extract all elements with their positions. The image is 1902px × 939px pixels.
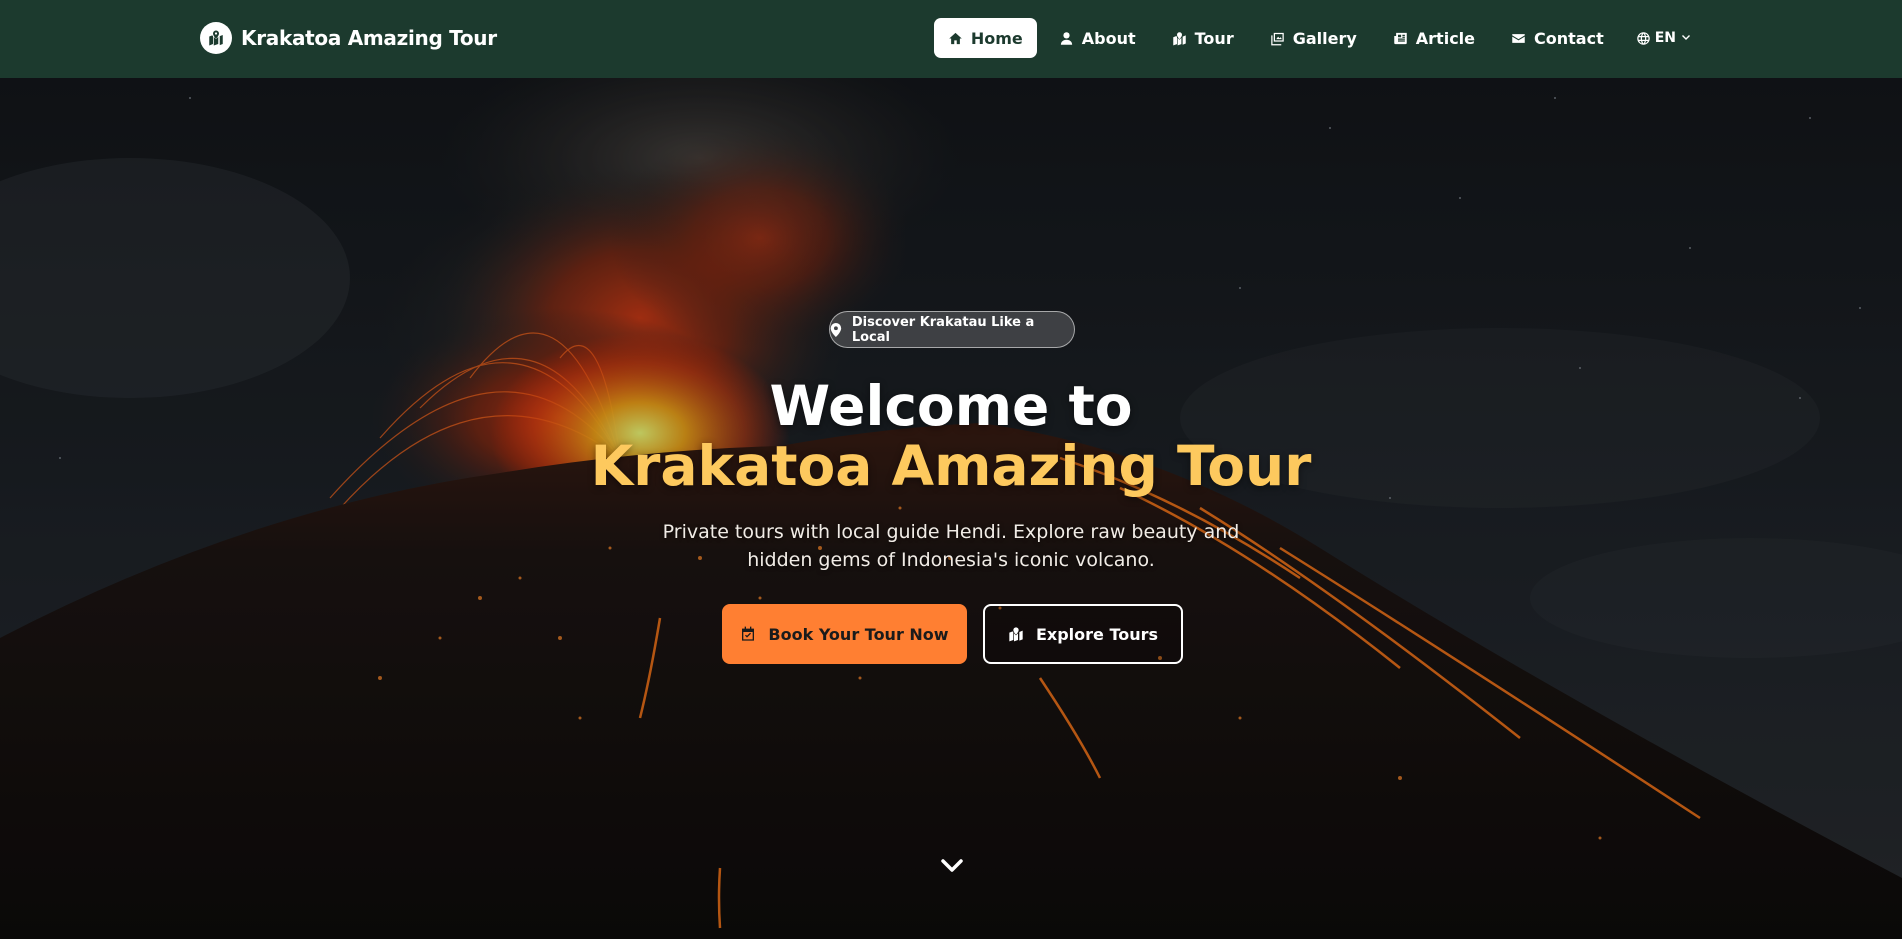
explore-tours-label: Explore Tours xyxy=(1035,624,1159,644)
language-selector[interactable]: EN xyxy=(1626,18,1702,58)
explore-tours-button[interactable]: Explore Tours xyxy=(983,604,1183,664)
hero-overlay xyxy=(0,78,1902,939)
nav-article-label: Article xyxy=(1415,28,1476,48)
nav-tour-label: Tour xyxy=(1194,28,1234,48)
chevron-down-icon[interactable] xyxy=(939,856,965,876)
home-icon xyxy=(949,32,962,44)
nav-gallery-label: Gallery xyxy=(1292,28,1357,48)
nav-contact[interactable]: Contact xyxy=(1497,18,1618,58)
map-icon xyxy=(1172,31,1186,45)
book-tour-label: Book Your Tour Now xyxy=(768,624,949,644)
hero-badge: Discover Krakatau Like a Local xyxy=(829,311,1075,348)
hero-title-line2: Krakatoa Amazing Tour xyxy=(590,434,1312,498)
chevron-down-icon xyxy=(1682,35,1690,40)
language-label: EN xyxy=(1654,30,1676,46)
images-icon xyxy=(1270,32,1284,45)
nav-about-label: About xyxy=(1081,28,1136,48)
nav-about[interactable]: About xyxy=(1045,18,1150,58)
hero-subtitle: Private tours with local guide Hendi. Ex… xyxy=(662,521,1240,571)
globe-icon xyxy=(1636,31,1650,45)
nav-article[interactable]: Article xyxy=(1379,18,1489,58)
nav-gallery[interactable]: Gallery xyxy=(1256,18,1371,58)
map-icon xyxy=(1009,627,1023,642)
hero-section: Discover Krakatau Like a Local Welcome t… xyxy=(0,78,1902,939)
nav-contact-label: Contact xyxy=(1534,28,1604,48)
envelope-icon xyxy=(1512,33,1525,43)
user-icon xyxy=(1060,31,1072,45)
nav-tour[interactable]: Tour xyxy=(1158,18,1248,58)
brand-link[interactable]: Krakatoa Amazing Tour xyxy=(200,21,497,55)
nav-home-label: Home xyxy=(970,28,1023,48)
brand-name: Krakatoa Amazing Tour xyxy=(241,26,497,50)
book-tour-button[interactable]: Book Your Tour Now xyxy=(722,604,967,664)
nav-home[interactable]: Home xyxy=(933,18,1037,58)
map-location-icon xyxy=(200,22,232,54)
main-nav: Home About Tour Gallery Article Contact … xyxy=(933,18,1702,58)
calendar-check-icon xyxy=(742,626,755,641)
newspaper-icon xyxy=(1394,32,1407,44)
navbar: Krakatoa Amazing Tour Home About Tour Ga… xyxy=(0,0,1902,78)
map-pin-icon xyxy=(830,322,842,337)
hero-title-line1: Welcome to xyxy=(769,374,1133,438)
hero-badge-text: Discover Krakatau Like a Local xyxy=(851,314,1035,345)
